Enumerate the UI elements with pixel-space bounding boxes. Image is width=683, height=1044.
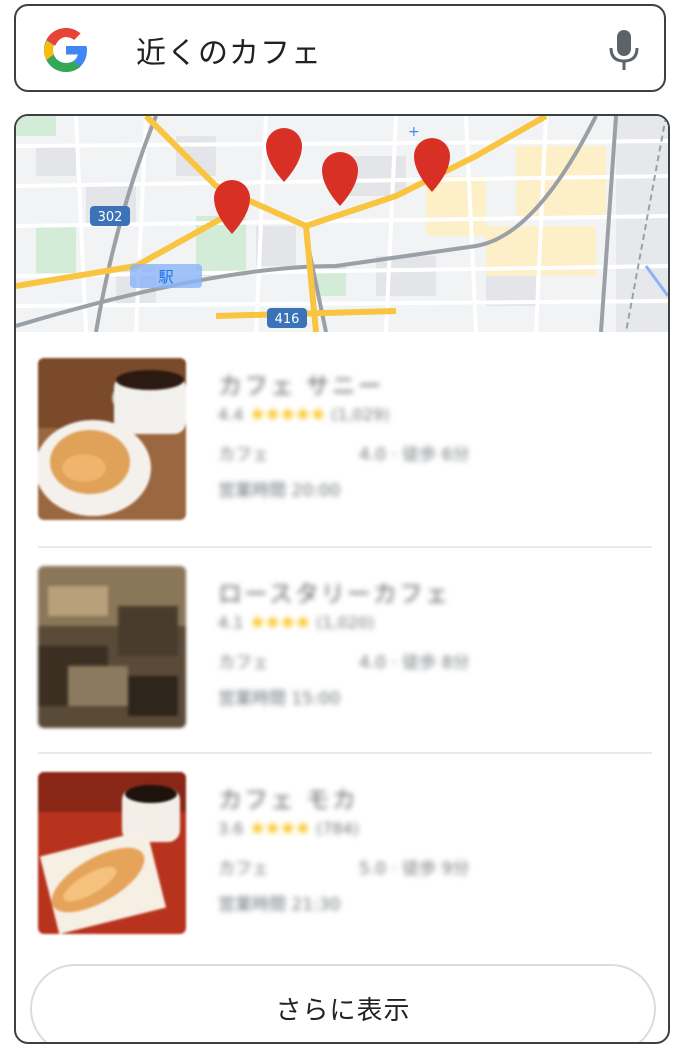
category-row: カフェ 4.0 · 徒歩 8分 xyxy=(218,648,469,673)
rating-row: 3.6 ★★★★ (784) xyxy=(218,818,359,839)
category-label: カフェ xyxy=(218,445,269,465)
result-item[interactable]: カフェ モカ 3.6 ★★★★ (784) カフェ 5.0 · 徒歩 9分 営業時間 … xyxy=(38,772,658,942)
distance-label: 4.0 · 徒歩 6分 xyxy=(359,445,470,465)
map-plus-icon: + xyxy=(408,124,420,140)
svg-text:駅: 駅 xyxy=(158,268,173,286)
hours-label: 営業時間 15:00 xyxy=(218,689,341,709)
divider xyxy=(38,546,652,548)
result-item[interactable]: カフェ サニー 4.4 ★★★★★ (1,029) カフェ 4.0 · 徒歩 6分 営… xyxy=(38,358,658,528)
category-row: カフェ 4.0 · 徒歩 6分 xyxy=(218,440,469,465)
review-count: (1,029) xyxy=(331,405,390,424)
route-416-shield: 416 xyxy=(267,308,307,328)
rating-row: 4.4 ★★★★★ (1,029) xyxy=(218,404,389,425)
rating-value: 4.1 xyxy=(218,613,244,632)
map[interactable]: 302 416 駅 + xyxy=(16,116,668,332)
review-count: (1,020) xyxy=(316,613,375,632)
hours-label: 営業時間 21:30 xyxy=(218,895,341,915)
category-label: カフェ xyxy=(218,859,269,879)
local-results-card: 302 416 駅 + カフェ サニー 4.4 ★★★★★ (1,029) カフ… xyxy=(14,114,670,1044)
cafe-thumbnail xyxy=(38,566,186,728)
result-item[interactable]: ロースタリーカフェ 4.1 ★★★★ (1,020) カフェ 4.0 · 徒歩 8分 … xyxy=(38,566,658,736)
search-bar[interactable]: 近くのカフェ xyxy=(14,4,666,92)
review-count: (784) xyxy=(316,819,360,838)
google-logo-icon xyxy=(44,28,87,72)
station-label: 駅 xyxy=(130,264,202,288)
category-label: カフェ xyxy=(218,653,269,673)
microphone-icon[interactable] xyxy=(606,28,642,72)
cafe-thumbnail xyxy=(38,358,186,520)
rating-value: 4.4 xyxy=(218,405,244,424)
distance-label: 4.0 · 徒歩 8分 xyxy=(359,653,470,673)
svg-text:302: 302 xyxy=(98,210,123,225)
star-rating-icon: ★★★★ xyxy=(249,818,311,839)
show-more-label: さらに表示 xyxy=(275,996,411,1026)
rating-row: 4.1 ★★★★ (1,020) xyxy=(218,612,374,633)
rating-value: 3.6 xyxy=(218,819,244,838)
route-302-shield: 302 xyxy=(90,206,130,226)
place-name[interactable]: カフェ サニー xyxy=(218,366,384,401)
divider xyxy=(38,752,652,754)
category-row: カフェ 5.0 · 徒歩 9分 xyxy=(218,854,469,879)
star-rating-icon: ★★★★ xyxy=(249,612,311,633)
star-rating-icon: ★★★★★ xyxy=(249,404,326,425)
svg-text:416: 416 xyxy=(275,312,300,327)
cafe-thumbnail xyxy=(38,772,186,934)
place-name[interactable]: カフェ モカ xyxy=(218,780,358,815)
search-input[interactable]: 近くのカフェ xyxy=(136,28,322,72)
place-name[interactable]: ロースタリーカフェ xyxy=(218,574,451,609)
show-more-button[interactable]: さらに表示 xyxy=(30,964,656,1042)
hours-label: 営業時間 20:00 xyxy=(218,481,341,501)
distance-label: 5.0 · 徒歩 9分 xyxy=(359,859,470,879)
